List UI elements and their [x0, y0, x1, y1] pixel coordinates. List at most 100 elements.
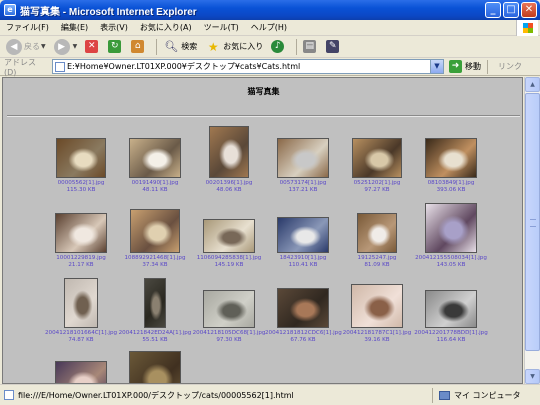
photo-filename-link[interactable]: 20041218105DC68[1].jpg	[191, 330, 267, 337]
maximize-button[interactable]: □	[503, 2, 519, 18]
address-input[interactable]: E:¥Home¥Owner.LT01XP.000¥デスクトップ¥cats¥Cat…	[52, 59, 444, 74]
photo-filename-link[interactable]: 00005562[1].jpg	[43, 180, 119, 187]
photo-filename-link[interactable]: 00573174[1].jpg	[265, 180, 341, 187]
photo-item[interactable]: 2004121842ED24A[1].jpg 55.51 KB	[117, 276, 193, 344]
address-label: アドレス(D)	[4, 57, 36, 77]
chevron-down-icon[interactable]: ▼	[41, 43, 46, 50]
links-button[interactable]: リンク	[498, 61, 522, 72]
back-button[interactable]: ◀ 戻る ▼	[4, 37, 48, 57]
chevron-down-icon[interactable]: ▼	[430, 60, 443, 73]
photo-item[interactable]: 108892921468[1].jpg 37.34 KB	[117, 201, 193, 269]
menu-view[interactable]: 表示(V)	[94, 20, 134, 36]
photo-item[interactable]: 200412181787C1[1].jpg 39.16 KB	[339, 276, 415, 344]
photo-item[interactable]: 200412201778BDD[1].jpg 116.64 KB	[413, 276, 489, 344]
photo-item[interactable]: 19125247.jpg 81.09 KB	[339, 201, 415, 269]
photo-thumbnail[interactable]	[425, 138, 477, 178]
photo-item[interactable]: 00201396[1].jpg 48.06 KB	[191, 126, 267, 194]
photo-item[interactable]: 18423910[1].jpg 110.41 KB	[265, 201, 341, 269]
menu-file[interactable]: ファイル(F)	[0, 20, 55, 36]
photo-filename-link[interactable]: 2004121842ED24A[1].jpg	[117, 330, 193, 337]
photo-filesize: 48.11 KB	[142, 187, 168, 193]
photo-filename-link[interactable]: 200412181812CDC6[1].jpg	[265, 330, 342, 337]
edit-button[interactable]: ✎	[324, 37, 343, 57]
photo-thumbnail[interactable]	[55, 361, 107, 383]
photo-filename-link[interactable]: 20041218101664C[1].jpg	[43, 330, 119, 337]
menu-tools[interactable]: ツール(T)	[198, 20, 245, 36]
back-arrow-icon: ◀	[6, 38, 22, 55]
photo-thumbnail[interactable]	[203, 219, 255, 253]
address-value: E:¥Home¥Owner.LT01XP.000¥デスクトップ¥cats¥Cat…	[67, 62, 301, 71]
photo-item[interactable]: 20041218101664C[1].jpg 74.87 KB	[43, 276, 119, 344]
photo-item[interactable]: 00573174[1].jpg 137.21 KB	[265, 126, 341, 194]
photo-filesize: 97.30 KB	[216, 337, 242, 343]
search-button[interactable]: 🔍︎ 検索	[161, 37, 199, 57]
favorites-label: お気に入り	[223, 42, 264, 51]
close-button[interactable]: ✕	[521, 2, 537, 18]
photo-filesize: 21.17 KB	[68, 262, 94, 268]
photo-item[interactable]: 00191490[1].jpg 48.11 KB	[117, 126, 193, 194]
photo-filename-link[interactable]: 10001229819.jpg	[43, 255, 119, 262]
scroll-down-button[interactable]: ▼	[525, 369, 540, 384]
photo-thumbnail[interactable]	[130, 209, 180, 253]
photo-filename-link[interactable]: 200412201778BDD[1].jpg	[413, 330, 489, 337]
photo-filename-link[interactable]: 200412181787C1[1].jpg	[339, 330, 415, 337]
photo-thumbnail[interactable]	[425, 203, 477, 253]
photo-thumbnail[interactable]	[203, 290, 255, 328]
photo-item[interactable]: 00005562[1].jpg 115.30 KB	[43, 126, 119, 194]
photo-filename-link[interactable]: 05251202[1].jpg	[339, 180, 415, 187]
photo-item[interactable]: 08103849[1].jpg 393.06 KB	[413, 126, 489, 194]
photo-thumbnail[interactable]	[56, 138, 106, 178]
photo-thumbnail[interactable]	[351, 284, 403, 328]
go-button[interactable]: ➜ 移動	[449, 60, 481, 73]
page-content[interactable]: 猫写真集 00005562[1].jpg 115.30 KB 00191490[1]…	[2, 77, 523, 384]
photo-item[interactable]: 200412155508034[1].jpg 143.05 KB	[413, 201, 489, 269]
scroll-thumb[interactable]	[525, 93, 540, 351]
chevron-down-icon[interactable]: ▼	[73, 43, 78, 50]
photo-thumbnail[interactable]	[352, 138, 402, 178]
media-button[interactable]: ♪	[269, 37, 288, 57]
home-button[interactable]: ⌂	[129, 37, 148, 57]
photo-item[interactable]: 1106094285838[1].jpg 145.19 KB	[191, 201, 267, 269]
photo-item[interactable]	[117, 351, 193, 383]
print-button[interactable]: ▤	[301, 37, 320, 57]
photo-item[interactable]: 200412181812CDC6[1].jpg 67.76 KB	[265, 276, 342, 344]
photo-thumbnail[interactable]	[144, 278, 166, 328]
search-icon: 🔍︎	[164, 39, 179, 53]
favorites-button[interactable]: ★ お気に入り	[203, 37, 265, 57]
minimize-button[interactable]: _	[485, 2, 501, 18]
photo-filename-link[interactable]: 1106094285838[1].jpg	[191, 255, 267, 262]
photo-filename-link[interactable]: 108892921468[1].jpg	[117, 255, 193, 262]
forward-button[interactable]: ▶ ▼	[52, 37, 80, 57]
stop-button[interactable]: ✕	[83, 37, 102, 57]
menu-help[interactable]: ヘルプ(H)	[245, 20, 293, 36]
photo-thumbnail[interactable]	[277, 288, 329, 328]
menu-edit[interactable]: 編集(E)	[55, 20, 94, 36]
photo-thumbnail[interactable]	[277, 138, 329, 178]
photo-filename-link[interactable]: 00191490[1].jpg	[117, 180, 193, 187]
photo-filesize: 67.76 KB	[290, 337, 316, 343]
photo-filename-link[interactable]: 00201396[1].jpg	[191, 180, 267, 187]
photo-filename-link[interactable]: 200412155508034[1].jpg	[413, 255, 489, 262]
photo-thumbnail[interactable]	[64, 278, 98, 328]
photo-item[interactable]: 20041218105DC68[1].jpg 97.30 KB	[191, 276, 267, 344]
refresh-button[interactable]: ↻	[106, 37, 125, 57]
menu-favorites[interactable]: お気に入り(A)	[134, 20, 198, 36]
photo-item[interactable]	[43, 351, 119, 383]
photo-thumbnail[interactable]	[277, 217, 329, 253]
photo-thumbnail[interactable]	[55, 213, 107, 253]
photo-thumbnail[interactable]	[357, 213, 397, 253]
photo-item[interactable]: 05251202[1].jpg 97.27 KB	[339, 126, 415, 194]
photo-filename-link[interactable]: 08103849[1].jpg	[413, 180, 489, 187]
photo-thumbnail[interactable]	[425, 290, 477, 328]
status-text: file:///E/Home/Owner.LT01XP.000/デスクトップ/c…	[18, 390, 294, 400]
photo-thumbnail[interactable]	[129, 138, 181, 178]
photo-item[interactable]: 10001229819.jpg 21.17 KB	[43, 201, 119, 269]
photo-thumbnail[interactable]	[209, 126, 249, 178]
photo-filesize: 110.41 KB	[288, 262, 318, 268]
title-bar[interactable]: e 猫写真集 - Microsoft Internet Explorer _ □…	[0, 0, 540, 20]
photo-filename-link[interactable]: 18423910[1].jpg	[265, 255, 341, 262]
vertical-scrollbar[interactable]: ▲ ▼	[524, 77, 540, 384]
scroll-up-button[interactable]: ▲	[525, 77, 540, 92]
photo-filename-link[interactable]: 19125247.jpg	[339, 255, 415, 262]
photo-thumbnail[interactable]	[129, 351, 181, 383]
